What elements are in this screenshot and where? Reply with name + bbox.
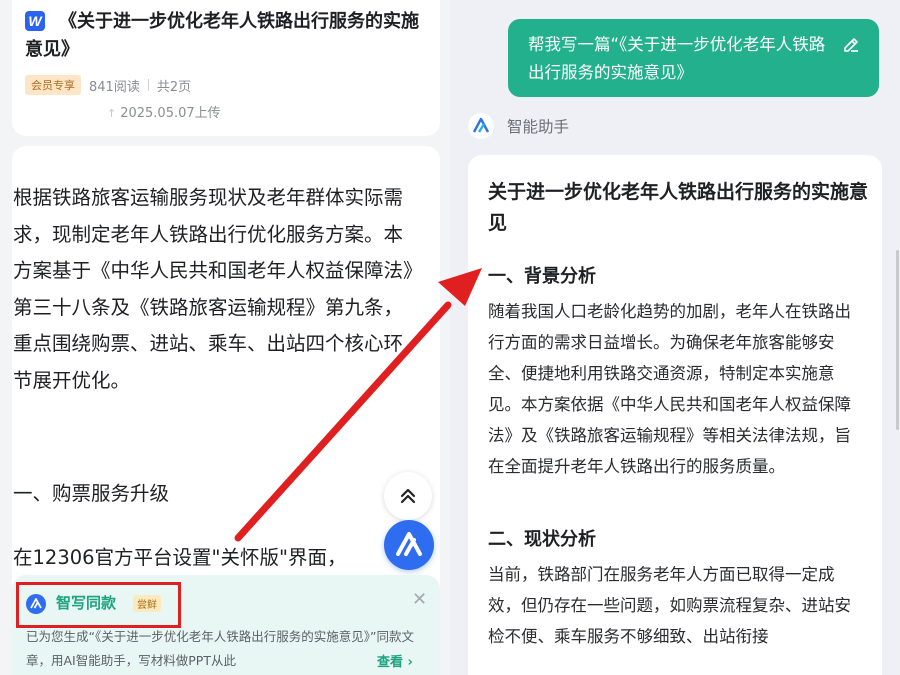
user-prompt-text: 帮我写一篇“《关于进一步优化老年人铁路出行服务的实施意见》 — [528, 35, 826, 82]
vip-badge: 会员专享 — [25, 75, 81, 95]
close-icon[interactable]: ✕ — [412, 589, 427, 610]
meta-divider — [147, 79, 149, 91]
document-view-panel: W 《关于进一步优化老年人铁路出行服务的实施意见》 会员专享 841阅读 共2页… — [0, 0, 450, 675]
document-header-card: W 《关于进一步优化老年人铁路出行服务的实施意见》 会员专享 841阅读 共2页… — [12, 0, 440, 136]
ai-chat-panel: 帮我写一篇“《关于进一步优化老年人铁路出行服务的实施意见》 智能助手 关于进一步… — [450, 0, 900, 675]
document-title: 《关于进一步优化老年人铁路出行服务的实施意见》 — [25, 11, 419, 60]
document-paragraph: 根据铁路旅客运输服务现状及老年群体实际需求，现制定老年人铁路出行优化服务方案。本… — [13, 186, 413, 392]
answer-section-text: 随着我国人口老龄化趋势的加剧，老年人在铁路出行方面的需求日益增长。为确保老年旅客… — [488, 302, 851, 476]
answer-section-heading: 一、背景分析 — [488, 266, 596, 287]
answer-section-text: 当前，铁路部门在服务老年人方面已取得一定成效，但仍存在一些问题，如购票流程复杂、… — [488, 565, 851, 646]
upload-date: 2025.05.07上传 — [120, 106, 221, 121]
read-count: 841阅读 — [89, 79, 140, 95]
ai-assistant-button[interactable] — [384, 520, 434, 570]
user-message-bubble: 帮我写一篇“《关于进一步优化老年人铁路出行服务的实施意见》 — [508, 19, 879, 97]
assistant-answer-card: 关于进一步优化老年人铁路出行服务的实施意见 一、背景分析 随着我国人口老龄化趋势… — [468, 155, 882, 675]
page-count: 共2页 — [156, 79, 192, 95]
upload-info: ↑ 2025.05.07上传 — [107, 102, 221, 121]
uploader-icon: ↑ — [107, 107, 117, 120]
highlight-box-annotation — [16, 582, 181, 628]
double-chevron-up-icon — [400, 488, 416, 504]
scrollbar-thumb[interactable] — [896, 250, 899, 430]
edit-pencil-icon[interactable] — [841, 35, 861, 55]
section-heading: 一、购票服务升级 — [13, 482, 170, 505]
scroll-to-top-button[interactable] — [384, 472, 432, 520]
ai-logo-icon — [396, 532, 422, 556]
promo-description: 已为您生成“《关于进一步优化老年人铁路出行服务的实施意见》”同款文章，用AI智能… — [26, 629, 414, 668]
split-screenshot: W 《关于进一步优化老年人铁路出行服务的实施意见》 会员专享 841阅读 共2页… — [0, 0, 900, 675]
assistant-logo-icon — [468, 113, 494, 139]
document-meta: 会员专享 841阅读 共2页 — [25, 75, 191, 95]
view-link[interactable]: 查看 › — [377, 651, 413, 670]
assistant-name: 智能助手 — [507, 118, 570, 136]
answer-section-heading: 二、现状分析 — [488, 529, 596, 550]
section-paragraph: 在12306官方平台设置"关怀版"界面， — [13, 546, 347, 569]
answer-title: 关于进一步优化老年人铁路出行服务的实施意见 — [488, 181, 869, 234]
assistant-header: 智能助手 — [468, 112, 569, 140]
